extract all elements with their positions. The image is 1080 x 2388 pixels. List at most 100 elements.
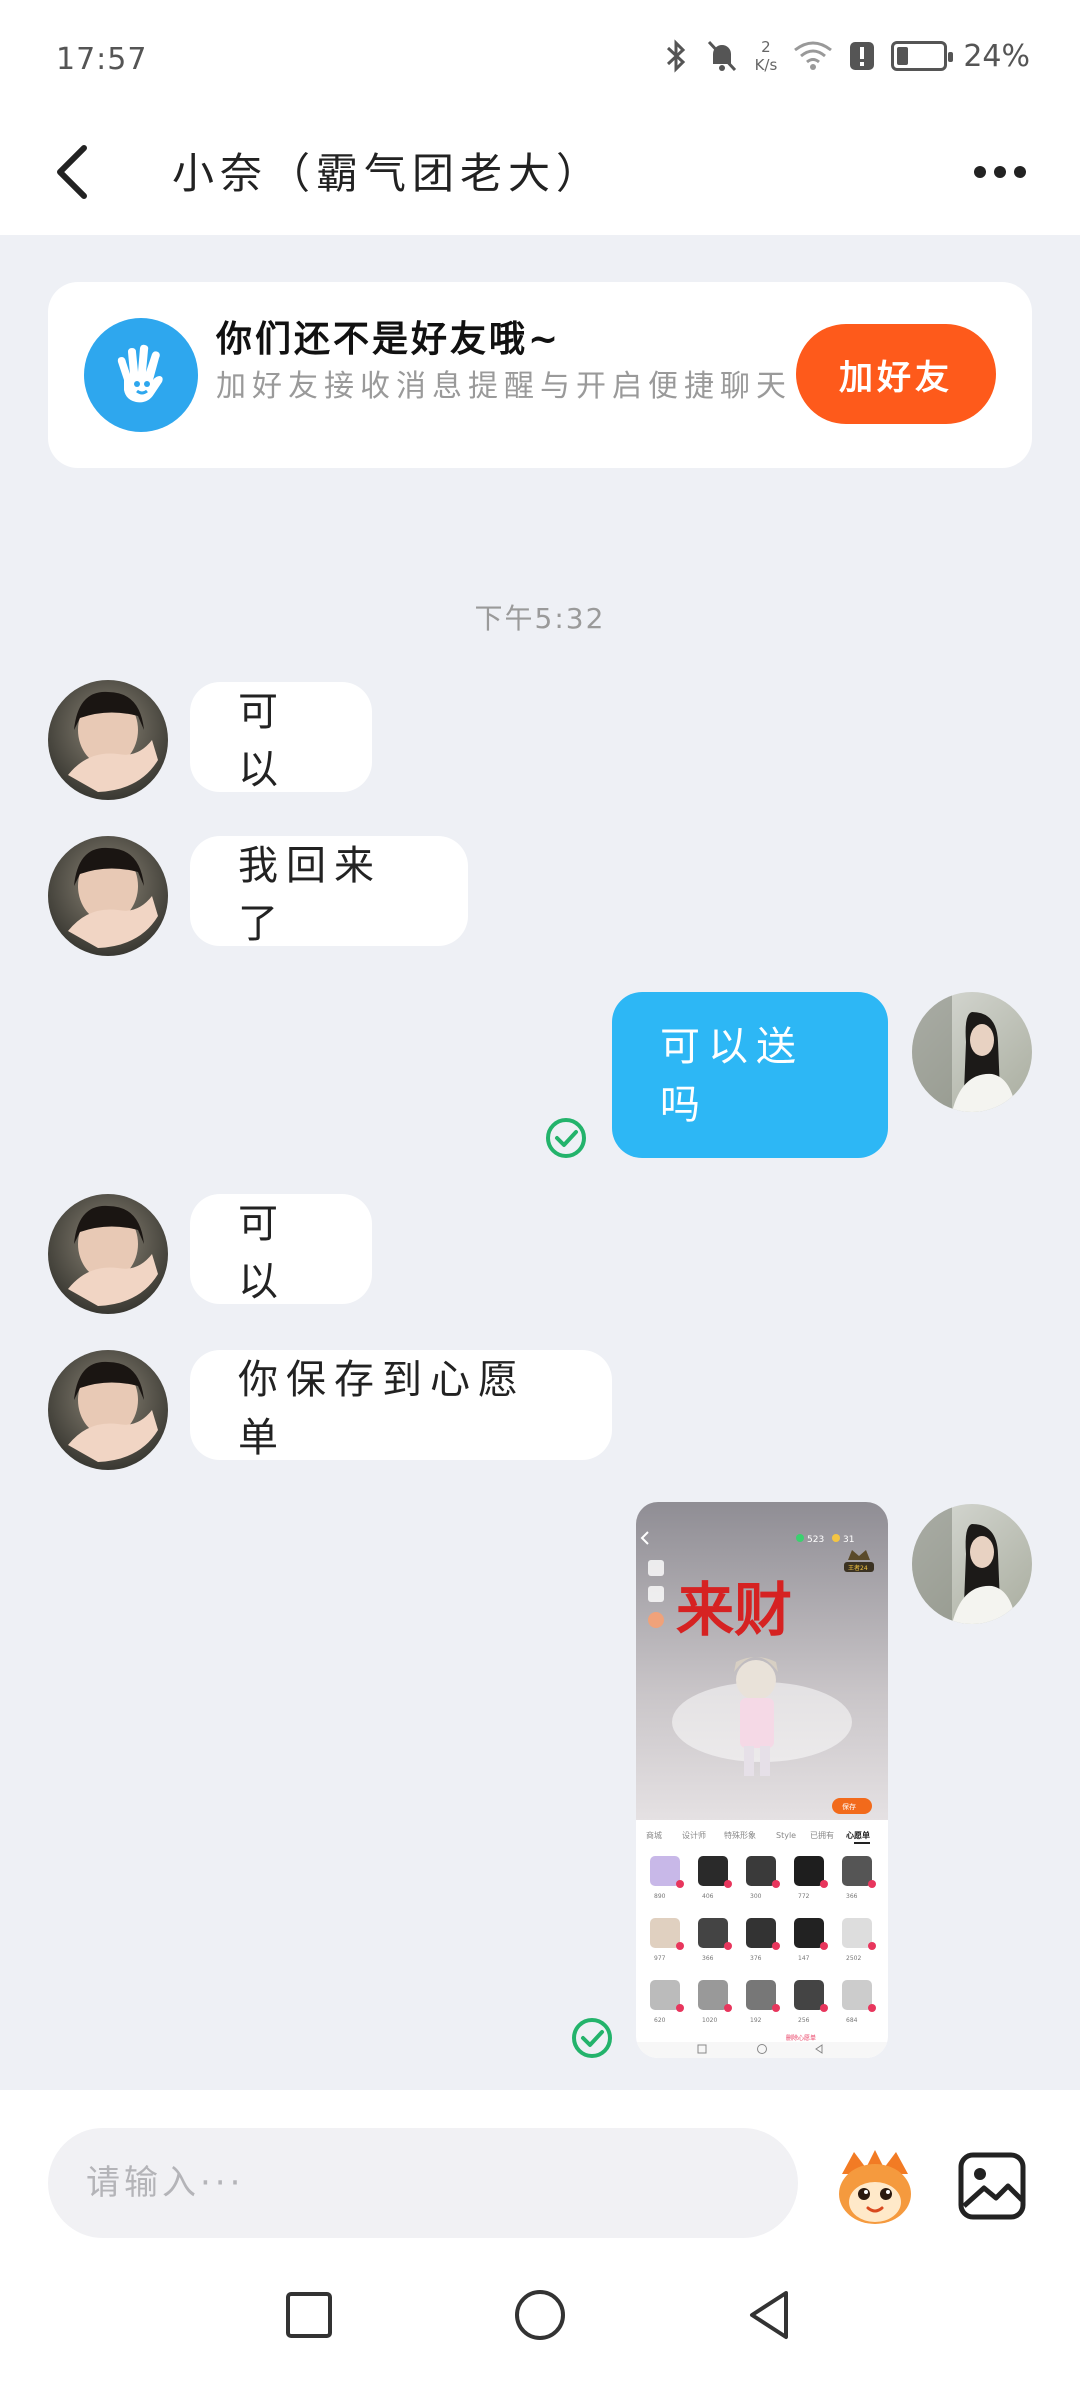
square-icon: [286, 2292, 332, 2338]
tab-1: 设计师: [682, 1830, 706, 1840]
status-icons: 2 K/s 24%: [663, 38, 1030, 74]
heart-icon: [772, 1942, 780, 1950]
home-button[interactable]: [505, 2280, 575, 2350]
wishlist-item-thumb: [794, 1918, 824, 1948]
rank-badge: 王者24: [848, 1565, 868, 1572]
item-count: 772: [798, 1893, 810, 1900]
item-count: 256: [798, 2017, 810, 2024]
net-speed-value: 2: [761, 38, 771, 56]
message-input[interactable]: [48, 2128, 798, 2238]
battery-percent: 24%: [963, 38, 1030, 74]
system-nav-bar: [0, 2240, 1080, 2388]
image-picker-icon: [958, 2152, 1026, 2220]
waving-hand-icon: [84, 318, 198, 432]
system-back-button[interactable]: [734, 2280, 804, 2350]
item-count: 147: [798, 1955, 810, 1962]
wishlist-item-thumb: [650, 1980, 680, 2010]
tab-4: 已拥有: [810, 1830, 834, 1840]
contact-avatar[interactable]: [48, 680, 168, 800]
banner-title: 你们还不是好友哦~: [216, 319, 562, 360]
wishlist-item-thumb: [650, 1856, 680, 1886]
heart-icon: [820, 2004, 828, 2012]
coins-2: 31: [843, 1535, 854, 1545]
heart-icon: [676, 1880, 684, 1888]
status-time: 17:57: [56, 42, 148, 77]
more-dot: [994, 166, 1006, 178]
wishlist-item-thumb: [698, 1856, 728, 1886]
add-friend-button[interactable]: 加好友: [796, 324, 996, 424]
triangle-back-icon: [750, 2291, 788, 2339]
tab-5: 心愿单: [846, 1830, 870, 1840]
heart-icon: [820, 1880, 828, 1888]
message-bubble[interactable]: 你保存到心愿单: [190, 1350, 612, 1461]
mascot-emoji-icon: [839, 2150, 911, 2224]
wifi-icon: [794, 41, 833, 70]
heart-icon: [868, 2004, 876, 2012]
tab-0: 商城: [646, 1830, 662, 1840]
contact-avatar[interactable]: [48, 1194, 168, 1314]
item-count: 366: [846, 1893, 858, 1900]
heart-icon: [676, 2004, 684, 2012]
read-check-icon: [546, 1118, 586, 1158]
item-count: 366: [702, 1955, 714, 1962]
more-dot: [1014, 166, 1026, 178]
banner-text: 来财: [676, 1576, 792, 1644]
bluetooth-icon: [666, 39, 685, 73]
contact-avatar[interactable]: [48, 836, 168, 956]
wishlist-item-thumb: [842, 1918, 872, 1948]
wishlist-item-thumb: [746, 1918, 776, 1948]
back-button[interactable]: [52, 132, 122, 212]
coins-1: 523: [807, 1535, 824, 1545]
wishlist-item-thumb: [650, 1918, 680, 1948]
image-message[interactable]: 523 31 王者24 来财 保存 商城 设计师 特殊形象 Style 已拥有 …: [636, 1502, 888, 2058]
item-count: 376: [750, 1955, 762, 1962]
wishlist-item-thumb: [698, 1980, 728, 2010]
wishlist-item-thumb: [698, 1918, 728, 1948]
wishlist-item-thumb: [842, 1980, 872, 2010]
image-picker-button[interactable]: [956, 2150, 1028, 2222]
wishlist-item-thumb: [794, 1980, 824, 2010]
battery-icon: [891, 41, 954, 71]
heart-icon: [724, 1942, 732, 1950]
item-count: 977: [654, 1955, 666, 1962]
alert-icon: [850, 42, 875, 70]
battery-fill: [897, 47, 909, 65]
my-avatar[interactable]: [912, 1504, 1032, 1624]
chevron-left-icon: [57, 145, 87, 199]
heart-icon: [676, 1942, 684, 1950]
wishlist-item-thumb: [746, 1980, 776, 2010]
heart-icon: [772, 2004, 780, 2012]
wishlist-item-thumb: [746, 1856, 776, 1886]
net-speed: 2 K/s: [755, 38, 778, 74]
message-timestamp: 下午5:32: [474, 602, 606, 635]
emoji-button[interactable]: [832, 2144, 918, 2230]
tab-2: 特殊形象: [724, 1830, 756, 1840]
tab-3: Style: [776, 1831, 796, 1840]
message-bubble[interactable]: 可以: [190, 1194, 372, 1305]
circle-icon: [515, 2290, 565, 2340]
wishlist-note: 删除心愿单: [786, 2034, 816, 2042]
wishlist-item-thumb: [794, 1856, 824, 1886]
item-count: 620: [654, 2017, 666, 2024]
my-message-bubble[interactable]: 可以送吗: [612, 992, 888, 1158]
item-count: 192: [750, 2017, 762, 2024]
chat-title: 小奈（霸气团老大）: [172, 149, 605, 198]
item-count: 300: [750, 1893, 762, 1900]
recent-apps-button[interactable]: [274, 2280, 344, 2350]
more-horizontal-icon: [974, 166, 986, 178]
heart-icon: [820, 1942, 828, 1950]
my-avatar[interactable]: [912, 992, 1032, 1112]
more-button[interactable]: [960, 140, 1040, 204]
heart-icon: [772, 1880, 780, 1888]
read-check-icon: [572, 2018, 612, 2058]
wishlist-item-thumb: [842, 1856, 872, 1886]
save-button-in-image: 保存: [842, 1802, 856, 1811]
item-count: 890: [654, 1893, 666, 1900]
contact-avatar[interactable]: [48, 1350, 168, 1470]
item-count: 1020: [702, 2017, 717, 2024]
message-bubble[interactable]: 我回来了: [190, 836, 468, 947]
item-count: 2502: [846, 1955, 861, 1962]
heart-icon: [868, 1942, 876, 1950]
status-bar: 17:57 2 K/s 24%: [0, 0, 1080, 110]
message-bubble[interactable]: 可以: [190, 682, 372, 793]
